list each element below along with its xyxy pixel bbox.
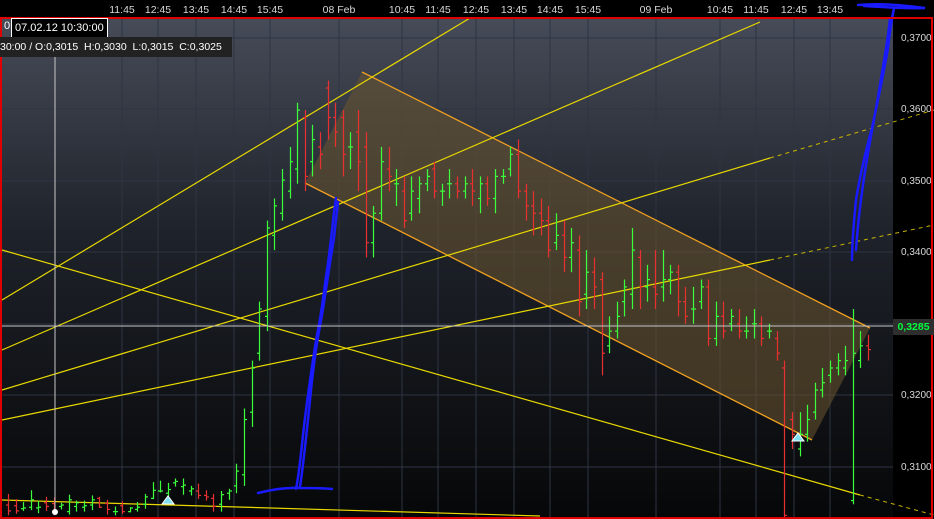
price-tick-label: 0,3400 [901,247,932,258]
time-tick-label: 08 Feb [323,4,356,16]
time-tick-label: 13:45 [817,4,843,16]
time-tick-label: 11:45 [743,4,769,16]
price-tick-label: 0,3600 [901,104,932,115]
cursor-cut-char: 0 [4,20,11,32]
time-tick-label: 12:45 [463,4,489,16]
chart-svg[interactable]: 11:45 12:45 13:45 14:45 15:45 08 Feb 10:45 11:4… [0,0,934,519]
cursor-date-label: 07.02.12 10:30:00 [11,18,108,38]
price-tick-label: 0,3200 [901,390,932,401]
price-axis-background [893,18,934,519]
time-tick-label: 13:45 [183,4,209,16]
time-tick-label: 11:45 [425,4,451,16]
time-tick-label: 14:45 [221,4,247,16]
time-tick-label: 13:45 [501,4,527,16]
price-tick-label: 0,3500 [901,176,932,187]
chart[interactable]: 11:45 12:45 13:45 14:45 15:45 08 Feb 10:45 11:4… [0,0,934,519]
time-tick-label: 12:45 [781,4,807,16]
time-tick-label: 11:45 [109,4,135,16]
time-tick-label: 15:45 [575,4,601,16]
price-tick-label: 0,3100 [901,462,932,473]
crosshair-dot [52,509,58,515]
time-tick-label: 14:45 [537,4,563,16]
last-price-tag: 0,3285 [893,319,934,335]
price-tick-label: 0,3700 [901,33,932,44]
time-tick-label: 09 Feb [640,4,673,16]
time-tick-label: 10:45 [707,4,733,16]
ohlc-readout: 30:00 / O:0,3015 H:0,3030 L:0,3015 C:0,3… [0,37,232,57]
time-tick-label: 10:45 [389,4,415,16]
time-tick-label: 12:45 [145,4,171,16]
time-tick-label: 15:45 [257,4,283,16]
